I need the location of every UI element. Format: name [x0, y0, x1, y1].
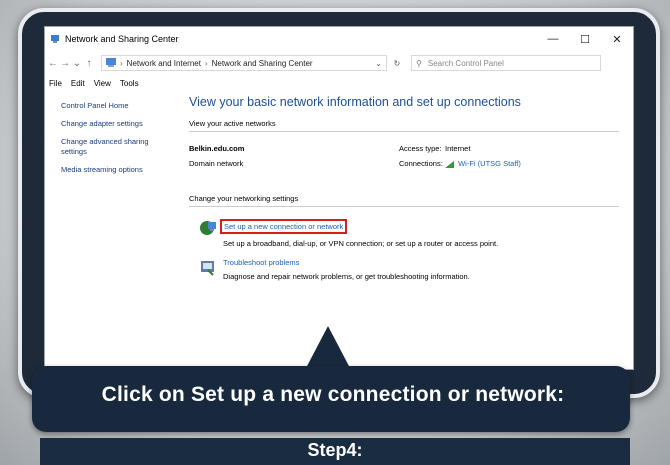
callout-pointer	[306, 326, 350, 368]
breadcrumb-network-internet[interactable]: Network and Internet	[127, 59, 201, 68]
title-bar: Network and Sharing Center — ☐ ✕	[45, 27, 633, 51]
address-bar-row: ← → ⌄ ↑ › Network and Internet › Network…	[45, 51, 633, 75]
breadcrumb-separator: ›	[204, 58, 208, 68]
menu-file[interactable]: File	[49, 79, 62, 88]
maximize-button[interactable]: ☐	[569, 33, 601, 46]
sidebar-item-media-streaming[interactable]: Media streaming options	[61, 165, 171, 175]
menu-edit[interactable]: Edit	[71, 79, 85, 88]
control-panel-icon	[106, 57, 116, 69]
network-center-icon	[50, 34, 60, 44]
access-type-label: Access type:	[399, 144, 442, 153]
active-network-info: Belkin.edu.com Domain network Access typ…	[189, 144, 619, 168]
window-title: Network and Sharing Center	[65, 34, 179, 44]
network-details: Access type: Internet Connections: Wi-Fi…	[399, 144, 521, 168]
page-title: View your basic network information and …	[189, 95, 521, 109]
up-arrow-icon[interactable]: ↑	[83, 58, 95, 69]
troubleshoot-link[interactable]: Troubleshoot problems	[223, 258, 299, 267]
access-type-value: Internet	[445, 144, 471, 153]
back-arrow-icon[interactable]: ←	[47, 58, 59, 69]
wifi-connection-link[interactable]: Wi-Fi (UTSG Staff)	[458, 159, 521, 168]
network-name: Belkin.edu.com	[189, 144, 245, 153]
active-networks-header: View your active networks	[189, 119, 619, 132]
change-settings-header: Change your networking settings	[189, 194, 619, 207]
breadcrumb-separator: ›	[120, 58, 123, 68]
main-panel: View your basic network information and …	[189, 95, 619, 291]
connections-label: Connections:	[399, 159, 443, 168]
recent-dropdown-icon[interactable]: ⌄	[71, 58, 83, 69]
search-icon: ⚲	[416, 58, 422, 68]
network-type: Domain network	[189, 159, 244, 168]
task-setup-connection: Set up a new connection or network Set u…	[189, 219, 619, 248]
sidebar-item-adapter-settings[interactable]: Change adapter settings	[61, 119, 171, 129]
network-sharing-window: Network and Sharing Center — ☐ ✕ ← → ⌄ ↑…	[44, 26, 634, 370]
sidebar-item-control-panel-home[interactable]: Control Panel Home	[61, 101, 171, 111]
setup-new-connection-link[interactable]: Set up a new connection or network	[220, 219, 348, 234]
breadcrumb-network-sharing[interactable]: Network and Sharing Center	[212, 59, 313, 68]
task-troubleshoot: Troubleshoot problems Diagnose and repai…	[189, 258, 619, 281]
menu-tools[interactable]: Tools	[120, 79, 139, 88]
address-field[interactable]: › Network and Internet › Network and Sha…	[101, 55, 387, 71]
sidebar: Control Panel Home Change adapter settin…	[61, 101, 171, 183]
search-input[interactable]: ⚲ Search Control Panel	[411, 55, 601, 71]
troubleshoot-description: Diagnose and repair network problems, or…	[223, 272, 470, 281]
sidebar-item-advanced-sharing[interactable]: Change advanced sharing settings	[61, 137, 171, 157]
wifi-signal-icon	[445, 160, 454, 168]
setup-connection-description: Set up a broadband, dial-up, or VPN conn…	[223, 239, 499, 248]
close-button[interactable]: ✕	[601, 33, 633, 46]
search-placeholder: Search Control Panel	[427, 58, 504, 68]
menu-bar: File Edit View Tools	[45, 75, 633, 91]
refresh-icon[interactable]: ↻	[387, 59, 407, 68]
forward-arrow-icon[interactable]: →	[59, 58, 71, 69]
troubleshoot-icon	[199, 258, 217, 276]
chevron-down-icon[interactable]: ⌄	[375, 59, 382, 68]
network-setup-icon	[199, 219, 217, 237]
menu-view[interactable]: View	[94, 79, 111, 88]
minimize-button[interactable]: —	[537, 33, 569, 45]
step-label: Step4:	[307, 440, 363, 460]
instruction-text: Click on Set up a new connection or netw…	[101, 383, 565, 406]
